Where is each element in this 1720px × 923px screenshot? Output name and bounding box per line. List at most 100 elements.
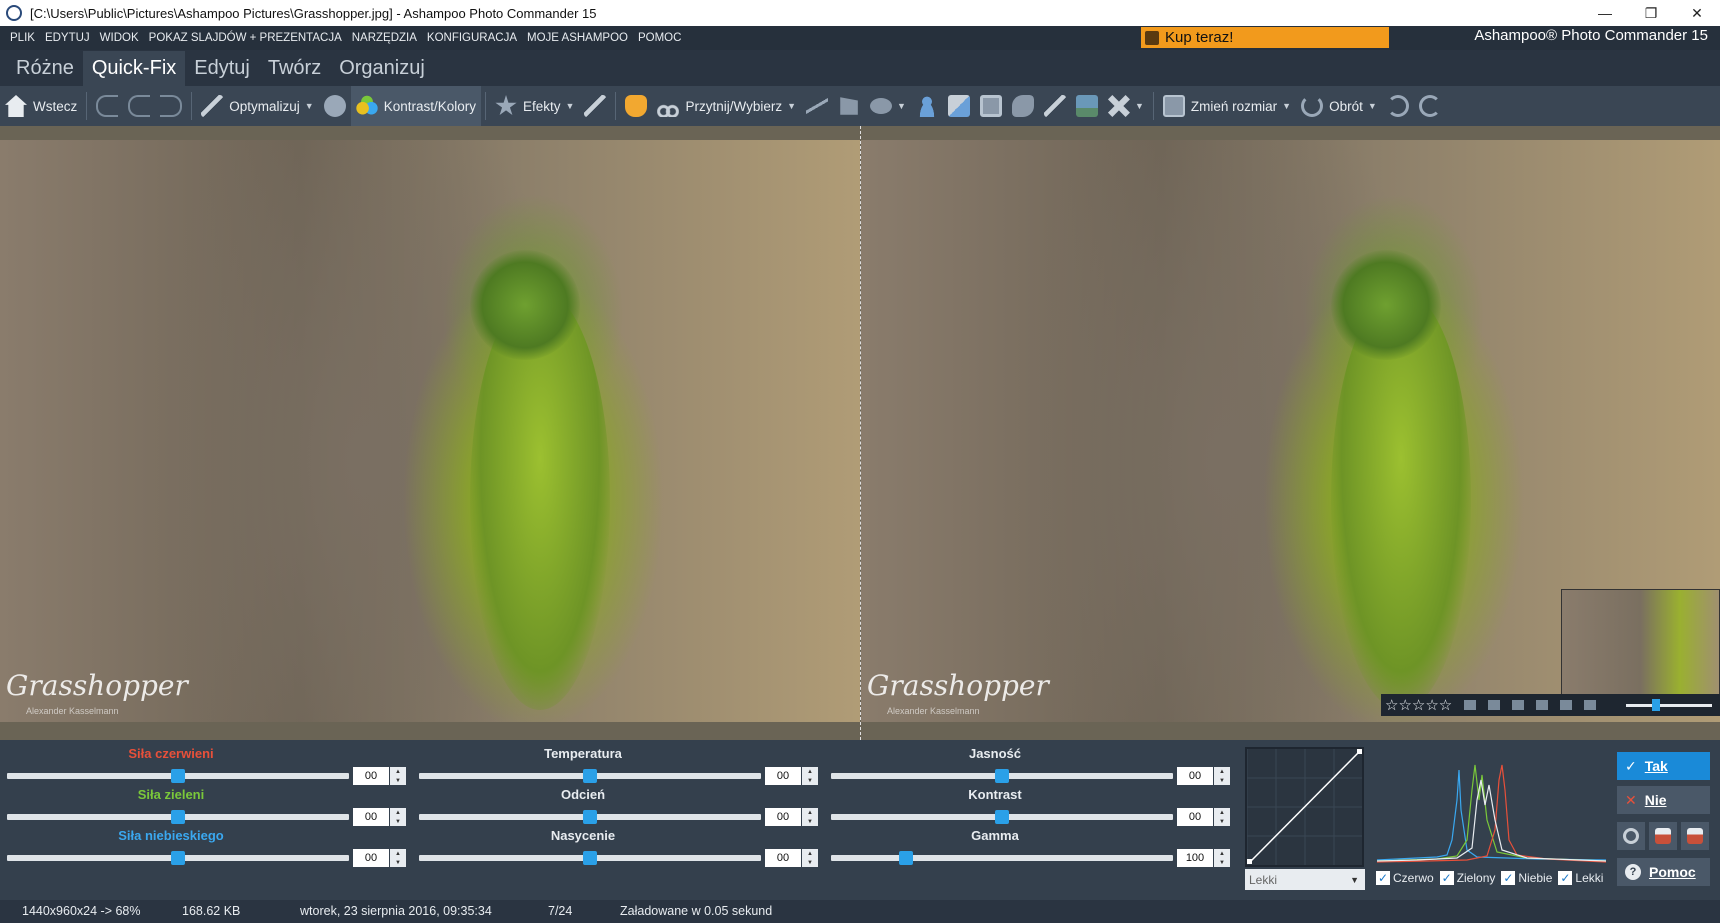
toolbar: Wstecz Optymalizuj ▼ Kontrast/Kolory Efe… xyxy=(0,86,1720,126)
app-icon xyxy=(6,5,22,21)
view-icon[interactable] xyxy=(1488,700,1501,710)
menu-moje-ashampoo[interactable]: MOJE ASHAMPOO xyxy=(522,32,633,44)
eraser-button[interactable] xyxy=(943,86,975,126)
no-button[interactable]: ✕ Nie xyxy=(1617,786,1710,814)
tone-curve[interactable] xyxy=(1245,747,1364,867)
checkbox-green[interactable]: ✓ Zielony xyxy=(1439,871,1495,885)
close-icon: ✕ xyxy=(1625,791,1637,808)
tab-rozne[interactable]: Różne xyxy=(7,51,83,86)
view-icon[interactable] xyxy=(1512,700,1525,710)
toolbar-separator xyxy=(485,92,487,120)
menu-konfiguracja[interactable]: KONFIGURACJA xyxy=(422,32,522,44)
spinner[interactable]: ▲ ▼ xyxy=(390,849,406,867)
menu-bar: PLIK EDYTUJ WIDOK POKAZ SLAJDÓW + PREZEN… xyxy=(0,26,1720,50)
rotate-right-button[interactable] xyxy=(1414,86,1446,126)
face-button[interactable] xyxy=(911,86,943,126)
slider-knob[interactable] xyxy=(583,851,597,865)
frame-icon xyxy=(979,95,1002,117)
retouch-button[interactable] xyxy=(579,86,611,126)
checkmark-icon: ✓ xyxy=(1439,871,1454,885)
undo-all-button[interactable] xyxy=(91,86,123,126)
undo-button[interactable] xyxy=(123,86,155,126)
reset-button[interactable] xyxy=(1617,822,1645,850)
brush-button[interactable] xyxy=(1039,86,1071,126)
slider-knob[interactable] xyxy=(899,851,914,865)
back-button[interactable]: Wstecz xyxy=(0,86,82,126)
rotate-left-button[interactable] xyxy=(1382,86,1414,126)
effects-button[interactable]: Efekty ▼ xyxy=(490,86,579,126)
status-filesize: 168.62 KB xyxy=(182,904,241,918)
yes-button[interactable]: ✓ Tak xyxy=(1617,752,1710,780)
save-as-button[interactable] xyxy=(1681,822,1709,850)
slider-brightness: Jasność 00 ▲ ▼ xyxy=(824,740,1234,785)
close-button[interactable]: ✕ xyxy=(1674,0,1720,26)
curve-preset-select[interactable]: Lekki ▼ xyxy=(1245,869,1365,890)
tab-edytuj[interactable]: Edytuj xyxy=(185,51,259,86)
perspective-button[interactable] xyxy=(833,86,865,126)
watermark: Grasshopper xyxy=(6,669,188,702)
spinner[interactable]: ▲ ▼ xyxy=(802,849,818,867)
crop-button[interactable]: Przytnij/Wybierz ▼ xyxy=(652,86,801,126)
compare-divider[interactable] xyxy=(860,126,861,740)
view-icon[interactable] xyxy=(1584,700,1597,710)
checkbox-blue[interactable]: ✓ Niebie xyxy=(1501,871,1552,885)
checkbox-light[interactable]: ✓ Lekki xyxy=(1558,871,1603,885)
contrast-colors-button[interactable]: Kontrast/Kolory xyxy=(350,86,482,126)
histogram xyxy=(1377,764,1606,863)
brand-label: Ashampoo® Photo Commander 15 xyxy=(1474,27,1708,44)
optimize-button[interactable]: Optymalizuj ▼ xyxy=(196,86,318,126)
slider-knob[interactable] xyxy=(171,851,185,865)
chevron-down-icon: ▼ xyxy=(1367,101,1377,111)
menu-edytuj[interactable]: EDYTUJ xyxy=(40,32,95,44)
minimize-button[interactable]: — xyxy=(1582,0,1628,26)
rating-stars[interactable]: ☆☆☆☆☆ xyxy=(1385,696,1452,714)
undo-all-icon xyxy=(96,95,119,117)
status-bar: 1440x960x24 -> 68% 168.62 KB wtorek, 23 … xyxy=(0,900,1720,923)
delete-button[interactable]: ▼ xyxy=(1103,86,1149,126)
redo-button[interactable] xyxy=(155,86,187,126)
buy-now-button[interactable]: Kup teraz! xyxy=(1141,27,1389,48)
menu-narzedzia[interactable]: NARZĘDZIA xyxy=(347,32,422,44)
frame-button[interactable] xyxy=(975,86,1007,126)
navigator-thumbnail[interactable] xyxy=(1561,589,1720,695)
toolbar-separator xyxy=(1152,92,1154,120)
status-dimensions: 1440x960x24 -> 68% xyxy=(22,904,141,918)
value-field[interactable]: 00 xyxy=(765,849,801,867)
help-button[interactable]: ? Pomoc xyxy=(1617,858,1710,886)
tab-quick-fix[interactable]: Quick-Fix xyxy=(82,51,186,86)
buy-now-label: Kup teraz! xyxy=(1165,29,1234,46)
menu-pokaz-slajdow[interactable]: POKAZ SLAJDÓW + PREZENTACJA xyxy=(144,32,347,44)
resize-label: Zmień rozmiar xyxy=(1190,98,1278,114)
value-field[interactable]: 00 xyxy=(353,849,389,867)
view-icon[interactable] xyxy=(1464,700,1477,710)
hand-button[interactable] xyxy=(620,86,652,126)
picture-button[interactable] xyxy=(1071,86,1103,126)
checkbox-red[interactable]: ✓ Czerwo xyxy=(1376,871,1434,885)
red-eye-button[interactable]: ▼ xyxy=(865,86,911,126)
sun-button[interactable] xyxy=(319,86,351,126)
slider-track[interactable] xyxy=(831,855,1173,861)
zoom-slider-knob[interactable] xyxy=(1652,699,1661,711)
resize-button[interactable]: Zmień rozmiar ▼ xyxy=(1158,86,1296,126)
redo-icon xyxy=(160,95,183,117)
slider-saturation: Nasycenie 00 ▲ ▼ xyxy=(412,822,822,867)
spinner[interactable]: ▲ ▼ xyxy=(1214,849,1230,867)
rotate-button[interactable]: Obrót ▼ xyxy=(1296,86,1382,126)
view-icon[interactable] xyxy=(1560,700,1573,710)
tab-organizuj[interactable]: Organizuj xyxy=(330,51,434,86)
menu-pomoc[interactable]: POMOC xyxy=(633,32,686,44)
maximize-button[interactable]: ❐ xyxy=(1628,0,1674,26)
straighten-button[interactable] xyxy=(801,86,833,126)
menu-widok[interactable]: WIDOK xyxy=(95,32,144,44)
zoom-slider[interactable] xyxy=(1626,704,1712,707)
value-field[interactable]: 100 xyxy=(1177,849,1213,867)
rotate-right-icon xyxy=(1418,95,1441,117)
view-icon[interactable] xyxy=(1536,700,1549,710)
menu-plik[interactable]: PLIK xyxy=(0,32,40,44)
rotate-label: Obrót xyxy=(1329,98,1363,114)
tab-tworz[interactable]: Twórz xyxy=(259,51,330,86)
chevron-down-icon: ▼ xyxy=(1350,874,1359,885)
save-button[interactable] xyxy=(1649,822,1677,850)
status-index: 7/24 xyxy=(548,904,573,918)
warp-button[interactable] xyxy=(1007,86,1039,126)
